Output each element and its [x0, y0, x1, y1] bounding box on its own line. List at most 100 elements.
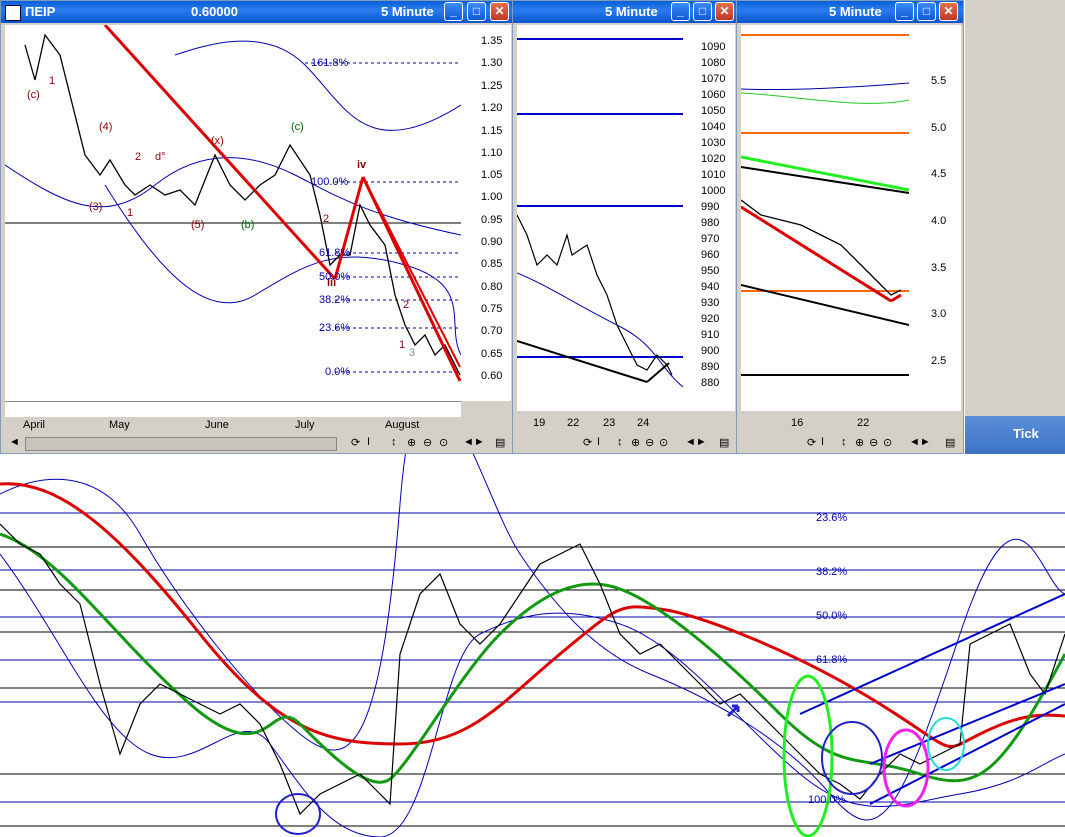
- chart-window-1[interactable]: ΠΕΙΡ 0.60000 5 Minute _ □ ✕ 161.8% 100.0…: [0, 0, 514, 454]
- wave-label: (b): [241, 219, 255, 231]
- y-tick: 0.70: [481, 325, 503, 337]
- main-chart[interactable]: 23.6% 38.2% 50.0% 61.8% 100.0%: [0, 454, 1065, 837]
- x-tick: April: [23, 419, 46, 431]
- cursor-icon[interactable]: I: [597, 436, 600, 448]
- window-1-plot[interactable]: 161.8% 100.0% 61.8% 50.0% 38.2% 23.6% 0.…: [5, 25, 461, 401]
- refresh-icon[interactable]: ⟳: [807, 436, 816, 449]
- zoom-in-icon[interactable]: ⊕: [855, 436, 864, 449]
- tick-window-titlebar[interactable]: Tick: [965, 416, 1065, 454]
- close-button[interactable]: ✕: [715, 2, 734, 21]
- wave-label: 1: [127, 207, 134, 219]
- minimize-button[interactable]: _: [671, 2, 690, 21]
- window-3-plot[interactable]: [741, 25, 909, 411]
- zoom-out-icon[interactable]: ⊖: [423, 436, 432, 449]
- scrollbar[interactable]: [25, 437, 337, 451]
- main-fib-label-618: 61.8%: [816, 654, 848, 666]
- wave-label: d°: [155, 151, 166, 163]
- window-1-titlebar[interactable]: ΠΕΙΡ 0.60000 5 Minute _ □ ✕: [1, 1, 513, 23]
- scroll-left-icon[interactable]: ◄: [9, 436, 20, 448]
- zoom-out-icon[interactable]: ⊖: [869, 436, 878, 449]
- y-tick: 920: [701, 313, 720, 325]
- wave-label: (3): [89, 201, 103, 213]
- y-tick: 1.30: [481, 57, 503, 69]
- scroll-right-icon[interactable]: ◄►: [909, 436, 931, 448]
- y-tick: 970: [701, 233, 720, 245]
- zoom-fit-icon[interactable]: ⊙: [439, 436, 448, 449]
- x-tick: 22: [567, 417, 580, 429]
- zoom-out-icon[interactable]: ⊖: [645, 436, 654, 449]
- cursor-icon[interactable]: I: [367, 436, 370, 448]
- refresh-icon[interactable]: ⟳: [351, 436, 360, 449]
- maximize-button[interactable]: □: [693, 2, 712, 21]
- zoom-in-icon[interactable]: ⊕: [631, 436, 640, 449]
- y-tick: 890: [701, 361, 720, 373]
- scroll-right-icon[interactable]: ◄►: [463, 436, 485, 448]
- close-button[interactable]: ✕: [939, 2, 958, 21]
- zoom-fit-icon[interactable]: ⊙: [659, 436, 668, 449]
- fib-label-0: 0.0%: [325, 366, 351, 378]
- y-tick: 1.05: [481, 169, 503, 181]
- maximize-button[interactable]: □: [467, 2, 486, 21]
- y-tick: 960: [701, 249, 720, 261]
- y-tick: 0.85: [481, 258, 503, 270]
- chart-window-2[interactable]: 5 Minute _ □ ✕ 1090 1080 1070 1060 1050 …: [512, 0, 738, 454]
- close-button[interactable]: ✕: [490, 2, 509, 21]
- y-tick: 1.20: [481, 102, 503, 114]
- minimize-button[interactable]: _: [444, 2, 463, 21]
- zoom-in-icon[interactable]: ⊕: [407, 436, 416, 449]
- refresh-icon[interactable]: ⟳: [583, 436, 592, 449]
- y-tick: 0.65: [481, 348, 503, 360]
- y-tick: 0.60: [481, 370, 503, 382]
- main-fib-label-100: 100.0%: [808, 794, 846, 806]
- y-tick: 4.0: [931, 215, 947, 227]
- cursor-icon[interactable]: I: [821, 436, 824, 448]
- window-1-y-axis: 1.35 1.30 1.25 1.20 1.15 1.10 1.05 1.00 …: [461, 25, 511, 401]
- x-tick: 16: [791, 417, 804, 429]
- y-tick: 1.10: [481, 147, 503, 159]
- y-tick: 930: [701, 297, 720, 309]
- fib-label-382: 38.2%: [319, 294, 351, 306]
- window-3-y-axis: 5.5 5.0 4.5 4.0 3.5 3.0 2.5: [909, 25, 961, 411]
- menu-icon[interactable]: ▤: [495, 436, 505, 449]
- maximize-button[interactable]: □: [917, 2, 936, 21]
- wave-label: (4): [99, 121, 113, 133]
- y-tick: 940: [701, 281, 720, 293]
- menu-icon[interactable]: ▤: [719, 436, 729, 449]
- chart-window-3[interactable]: 5 Minute _ □ ✕ 5.5 5.0 4.5 4.0 3.5 3.0 2…: [736, 0, 964, 454]
- window-1-controls[interactable]: ◄ ⟳ I ↕ ⊕ ⊖ ⊙ ◄► ▤: [5, 435, 511, 453]
- y-tick: 1090: [701, 41, 726, 53]
- minimize-button[interactable]: _: [895, 2, 914, 21]
- y-tick: 2.5: [931, 355, 947, 367]
- chart-menu-icon[interactable]: [5, 5, 21, 21]
- window-1-price: 0.60000: [191, 4, 238, 19]
- wave-label: 2: [323, 213, 330, 225]
- move-icon[interactable]: ↕: [391, 436, 397, 448]
- y-tick: 1030: [701, 137, 726, 149]
- fib-label-100: 100.0%: [311, 176, 349, 188]
- y-tick: 1050: [701, 105, 726, 117]
- window-3-interval: 5 Minute: [829, 4, 882, 19]
- desktop-background: [965, 0, 1065, 416]
- y-tick: 1080: [701, 57, 726, 69]
- y-tick: 1.00: [481, 191, 503, 203]
- tick-window-title: Tick: [1013, 426, 1039, 441]
- fib-label-236: 23.6%: [319, 322, 351, 334]
- move-icon[interactable]: ↕: [841, 436, 847, 448]
- scroll-right-icon[interactable]: ◄►: [685, 436, 707, 448]
- zoom-fit-icon[interactable]: ⊙: [883, 436, 892, 449]
- menu-icon[interactable]: ▤: [945, 436, 955, 449]
- window-3-titlebar[interactable]: 5 Minute _ □ ✕: [737, 1, 963, 23]
- wave-label: 2: [135, 151, 142, 163]
- wave-label: 3: [409, 347, 416, 359]
- window-2-controls[interactable]: ⟳ I ↕ ⊕ ⊖ ⊙ ◄► ▤: [517, 435, 735, 453]
- window-2-plot[interactable]: [517, 25, 683, 411]
- y-tick: 900: [701, 345, 720, 357]
- move-icon[interactable]: ↕: [617, 436, 623, 448]
- y-tick: 910: [701, 329, 720, 341]
- x-tick: July: [295, 419, 315, 431]
- y-tick: 880: [701, 377, 720, 389]
- window-2-titlebar[interactable]: 5 Minute _ □ ✕: [513, 1, 737, 23]
- window-3-controls[interactable]: ⟳ I ↕ ⊕ ⊖ ⊙ ◄► ▤: [741, 435, 961, 453]
- y-tick: 3.5: [931, 262, 947, 274]
- x-tick: June: [205, 419, 229, 431]
